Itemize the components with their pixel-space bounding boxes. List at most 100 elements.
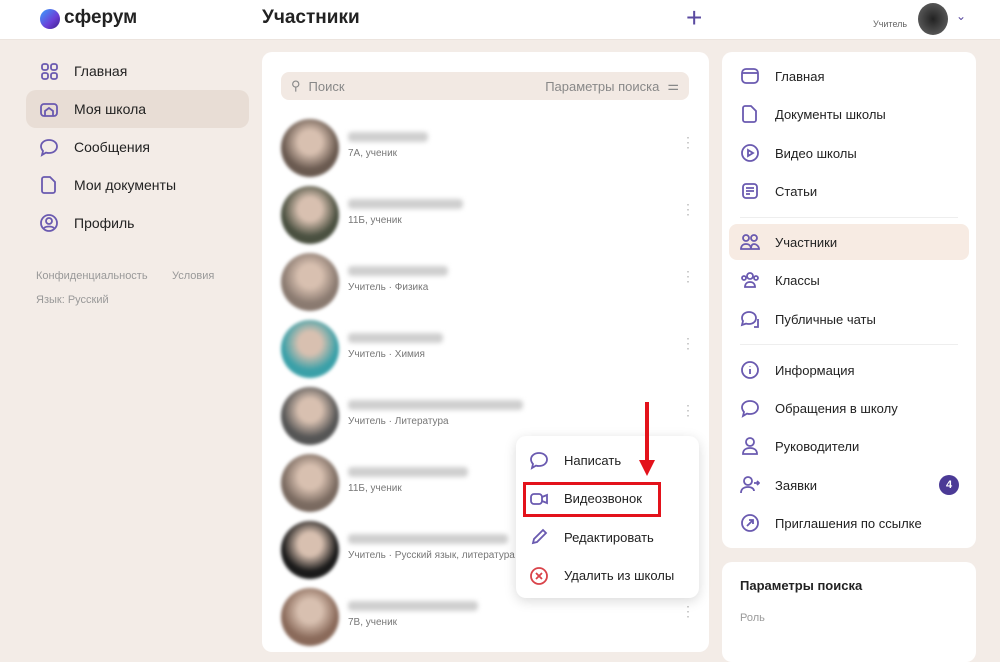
highlight-box [523, 482, 661, 517]
more-options-icon[interactable]: ⋮ [681, 269, 695, 283]
school-nav-item[interactable]: Руководители [729, 428, 969, 464]
school-nav-item[interactable]: Классы [729, 262, 969, 298]
nav-item-label: Сообщения [74, 139, 150, 155]
member-subtitle: Учитель · Химия [348, 349, 425, 360]
privacy-link[interactable]: Конфиденциальность [36, 270, 148, 282]
avatar [281, 387, 339, 445]
divider [740, 344, 958, 345]
add-icon[interactable]: + [686, 2, 702, 34]
school-nav-item[interactable]: Информация [729, 352, 969, 388]
member-name-blurred [348, 601, 478, 611]
school-nav-item[interactable]: Документы школы [729, 96, 969, 132]
school-nav-item[interactable]: Участники [729, 224, 969, 260]
school-nav-label: Классы [775, 272, 820, 288]
member-row[interactable]: 7А, ученик ⋮ [281, 119, 701, 181]
school-nav-item[interactable]: Видео школы [729, 135, 969, 171]
search-params-panel: Параметры поиска Роль [722, 562, 976, 662]
menu-item-label: Удалить из школы [564, 568, 675, 583]
message-icon [739, 397, 761, 419]
menu-item-2[interactable]: Редактировать [528, 522, 654, 552]
more-options-icon[interactable]: ⋮ [681, 403, 695, 417]
school-nav-label: Публичные чаты [775, 311, 876, 327]
avatar [281, 320, 339, 378]
users-icon [739, 231, 761, 253]
avatar [281, 454, 339, 512]
requests-badge: 4 [939, 475, 959, 495]
avatar [281, 588, 339, 646]
nav-item-label: Моя школа [74, 101, 147, 117]
chevron-down-icon[interactable]: ⌄ [956, 9, 966, 23]
school-nav-label: Видео школы [775, 145, 857, 161]
nav-item-4[interactable]: Профиль [26, 204, 249, 242]
school-nav-label: Статьи [775, 183, 818, 199]
menu-item-label: Написать [564, 452, 622, 468]
member-subtitle: Учитель · Физика [348, 282, 429, 293]
school-nav-label: Обращения в школу [775, 400, 898, 416]
school-nav-item[interactable]: Статьи [729, 173, 969, 209]
school-nav-label: Информация [775, 362, 855, 378]
more-options-icon[interactable]: ⋮ [681, 202, 695, 216]
school-nav-item[interactable]: Приглашения по ссылке [729, 505, 969, 541]
user-icon [739, 435, 761, 457]
avatar [281, 186, 339, 244]
member-row[interactable]: Учитель · Физика ⋮ [281, 253, 701, 315]
nav-item-0[interactable]: Главная [26, 52, 249, 90]
search-params-button[interactable]: Параметры поиска [545, 79, 659, 94]
member-subtitle: 7А, ученик [348, 148, 398, 159]
info-icon [739, 359, 761, 381]
article-icon [739, 180, 761, 202]
logo[interactable]: сферум [64, 7, 137, 29]
search-placeholder: Поиск [308, 78, 345, 94]
school-nav-label: Документы школы [775, 106, 886, 122]
avatar[interactable] [918, 3, 948, 35]
search-params-title: Параметры поиска [740, 578, 863, 593]
school-nav-item[interactable]: Главная [729, 58, 969, 94]
nav-item-label: Профиль [74, 215, 135, 231]
language-link[interactable]: Язык: Русский [36, 294, 109, 306]
menu-item-0[interactable]: Написать [528, 445, 621, 475]
nav-item-2[interactable]: Сообщения [26, 128, 249, 166]
member-name-blurred [348, 266, 448, 276]
school-nav-label: Главная [775, 68, 825, 84]
member-row[interactable]: 11Б, ученик ⋮ [281, 186, 701, 248]
arrow-head [639, 460, 655, 476]
school-nav-item[interactable]: Заявки 4 [729, 467, 969, 503]
nav-item-3[interactable]: Мои документы [26, 166, 249, 204]
profile-icon [38, 212, 60, 234]
school-icon [38, 98, 60, 120]
window-icon [739, 65, 761, 87]
user-arrow-icon [739, 474, 761, 496]
menu-item-3[interactable]: Удалить из школы [528, 561, 674, 591]
member-subtitle: Учитель · Русский язык, литература [348, 550, 515, 561]
top-bar: сферум Участники + Учитель ⌄ [0, 0, 1000, 40]
member-row[interactable]: Учитель · Химия ⋮ [281, 320, 701, 382]
member-name-blurred [348, 534, 508, 544]
school-nav-item[interactable]: Публичные чаты [729, 301, 969, 337]
search-input[interactable]: ⚲ Поиск Параметры поиска ⚌ [281, 72, 689, 100]
member-name-blurred [348, 132, 428, 142]
more-options-icon[interactable]: ⋮ [681, 604, 695, 618]
user-role: Учитель [873, 19, 908, 29]
nav-item-label: Мои документы [74, 177, 177, 193]
document-icon [38, 174, 60, 196]
grid-icon [38, 60, 60, 82]
terms-link[interactable]: Условия [172, 270, 214, 282]
context-menu: Написать Видеозвонок Редактировать Удалить … [516, 436, 699, 598]
school-nav-label: Руководители [775, 438, 860, 454]
school-nav-label: Приглашения по ссылке [775, 515, 922, 531]
menu-item-label: Редактировать [564, 529, 654, 545]
classes-icon [739, 269, 761, 291]
arrow-indicator [645, 402, 649, 464]
avatar [281, 253, 339, 311]
more-options-icon[interactable]: ⋮ [681, 135, 695, 149]
more-options-icon[interactable]: ⋮ [681, 336, 695, 350]
document-icon [739, 103, 761, 125]
member-name-blurred [348, 400, 523, 410]
filter-icon[interactable]: ⚌ [667, 78, 679, 94]
avatar [281, 119, 339, 177]
school-nav-item[interactable]: Обращения в школу [729, 390, 969, 426]
nav-item-1[interactable]: Моя школа [26, 90, 249, 128]
school-nav-label: Заявки [775, 477, 817, 493]
member-subtitle: Учитель · Литература [348, 416, 449, 427]
member-subtitle: 7В, ученик [348, 617, 398, 628]
